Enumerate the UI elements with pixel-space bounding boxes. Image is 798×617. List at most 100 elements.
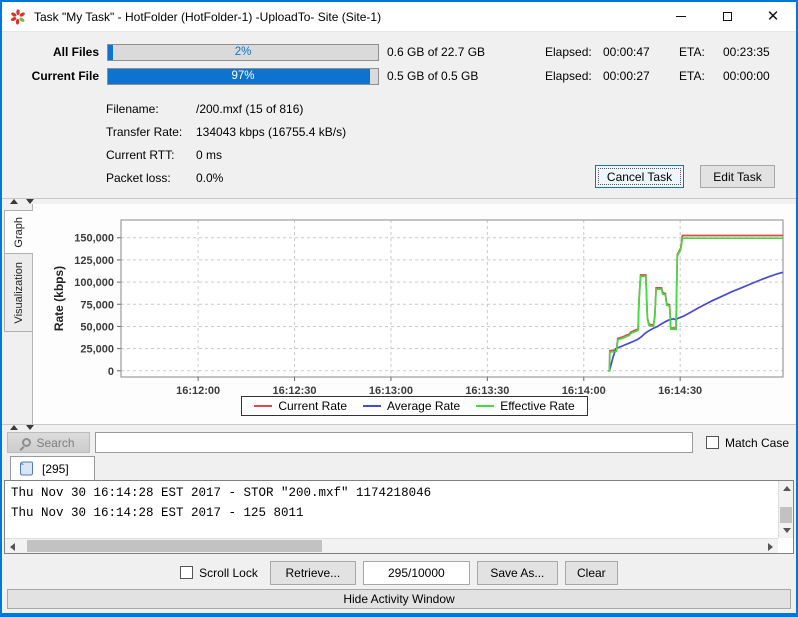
legend-average-rate: Average Rate (363, 399, 460, 413)
all-files-elapsed: 00:00:47 (603, 45, 679, 59)
log-scroll-icon (20, 461, 33, 476)
close-icon: ✕ (767, 9, 780, 24)
save-as-button[interactable]: Save As... (477, 561, 558, 585)
current-file-elapsed: 00:00:27 (603, 69, 679, 83)
transfer-rate-value: 134043 kbps (16755.4 kB/s) (196, 125, 346, 139)
svg-text:16:14:00: 16:14:00 (562, 385, 606, 394)
log-vertical-scrollbar[interactable] (778, 481, 793, 538)
tab-visualization[interactable]: Visualization (4, 254, 32, 332)
legend-effective-rate: Effective Rate (476, 399, 574, 413)
packet-loss-value: 0.0% (196, 171, 223, 185)
svg-text:75,000: 75,000 (80, 299, 114, 311)
scroll-left-icon[interactable] (10, 543, 15, 551)
filename-label: Filename: (106, 102, 196, 116)
tab-graph[interactable]: Graph (4, 210, 33, 254)
horizontal-scroll-thumb[interactable] (27, 540, 322, 552)
match-case-checkbox[interactable] (706, 436, 719, 449)
scroll-lock-checkbox[interactable] (180, 566, 193, 579)
packet-loss-label: Packet loss: (106, 171, 196, 185)
log-line: Thu Nov 30 16:14:28 EST 2017 - STOR "200… (11, 483, 771, 503)
all-files-percent: 2% (108, 46, 378, 58)
log-lines: Thu Nov 30 16:14:28 EST 2017 - STOR "200… (5, 481, 777, 523)
graph-tab-strip: Graph Visualization (2, 204, 32, 424)
all-files-progress-row: All Files 2% 0.6 GB of 22.7 GB Elapsed: … (2, 43, 796, 61)
current-file-size: 0.5 GB of 0.5 GB (387, 69, 545, 83)
all-files-size: 0.6 GB of 22.7 GB (387, 45, 545, 59)
title-bar: Task "My Task" - HotFolder (HotFolder-1)… (2, 2, 796, 32)
eta-label: ETA: (679, 69, 723, 83)
svg-text:125,000: 125,000 (74, 255, 114, 267)
collapse-up-icon[interactable] (10, 425, 18, 430)
all-files-label: All Files (2, 45, 99, 59)
minimize-icon (676, 16, 686, 17)
rate-chart: 0 25,000 50,000 75,000 100,000 125,000 150,000… (33, 208, 795, 394)
svg-text:16:14:30: 16:14:30 (658, 385, 702, 394)
svg-text:50,000: 50,000 (80, 321, 114, 333)
transfer-status-section: All Files 2% 0.6 GB of 22.7 GB Elapsed: … (2, 32, 796, 198)
current-file-eta: 00:00:00 (723, 69, 793, 83)
retrieve-button[interactable]: Retrieve... (270, 561, 356, 585)
log-controls: Scroll Lock Retrieve... 295/10000 Save A… (2, 560, 796, 585)
detail-row: Current RTT: 0 ms (106, 143, 796, 166)
svg-text:16:13:30: 16:13:30 (465, 385, 509, 394)
maximize-icon (723, 12, 732, 21)
graph-panel: Graph Visualization 0 25,000 50,000 75,000 1… (2, 204, 796, 424)
hide-activity-window-button[interactable]: Hide Activity Window (7, 589, 791, 609)
collapse-down-icon[interactable] (26, 425, 34, 430)
window-title: Task "My Task" - HotFolder (HotFolder-1)… (34, 10, 381, 24)
current-file-label: Current File (2, 69, 99, 83)
close-button[interactable]: ✕ (750, 2, 796, 31)
elapsed-label: Elapsed: (545, 45, 603, 59)
log-horizontal-scrollbar[interactable] (5, 538, 778, 553)
svg-text:150,000: 150,000 (74, 233, 114, 245)
log-line-counter: 295/10000 (363, 561, 470, 585)
maximize-button[interactable] (704, 2, 750, 31)
search-icon (22, 438, 31, 447)
current-file-percent: 97% (108, 70, 378, 82)
current-rtt-value: 0 ms (196, 148, 222, 162)
detail-row: Filename: /200.mxf (15 of 816) (106, 97, 796, 120)
all-files-eta: 00:23:35 (723, 45, 793, 59)
match-case-option: Match Case (706, 436, 791, 450)
elapsed-label: Elapsed: (545, 69, 603, 83)
current-rate-line-icon (254, 405, 272, 407)
scroll-down-icon[interactable] (783, 528, 791, 533)
chart-legend: Current Rate Average Rate Effective Rate (241, 396, 587, 416)
search-button[interactable]: Search (7, 432, 90, 453)
log-tab-row: [295] (2, 455, 796, 480)
current-file-progress-bar: 97% (107, 68, 379, 85)
eta-label: ETA: (679, 45, 723, 59)
svg-text:100,000: 100,000 (74, 277, 114, 289)
log-line: Thu Nov 30 16:14:28 EST 2017 - 125 8011 (11, 503, 771, 523)
scroll-lock-option: Scroll Lock (180, 566, 258, 580)
effective-rate-line-icon (476, 405, 494, 407)
svg-text:Rate (kbps): Rate (kbps) (52, 266, 66, 331)
log-tab[interactable]: [295] (10, 456, 95, 480)
log-output[interactable]: Thu Nov 30 16:14:28 EST 2017 - STOR "200… (4, 480, 794, 554)
svg-text:0: 0 (108, 366, 114, 378)
vertical-scroll-thumb[interactable] (780, 507, 792, 523)
scroll-up-icon[interactable] (783, 486, 791, 491)
average-rate-line-icon (363, 405, 381, 407)
transfer-rate-label: Transfer Rate: (106, 125, 196, 139)
current-file-progress-row: Current File 97% 0.5 GB of 0.5 GB Elapse… (2, 67, 796, 85)
search-input[interactable] (95, 432, 693, 453)
svg-text:16:12:30: 16:12:30 (273, 385, 317, 394)
filename-value: /200.mxf (15 of 816) (196, 102, 303, 116)
detail-row: Transfer Rate: 134043 kbps (16755.4 kB/s… (106, 120, 796, 143)
all-files-progress-bar: 2% (107, 44, 379, 61)
minimize-button[interactable] (658, 2, 704, 31)
svg-text:25,000: 25,000 (80, 344, 114, 356)
rate-chart-area: 0 25,000 50,000 75,000 100,000 125,000 150,000… (32, 204, 796, 424)
svg-text:16:12:00: 16:12:00 (176, 385, 220, 394)
scroll-right-icon[interactable] (768, 543, 773, 551)
log-tab-label: [295] (42, 462, 69, 476)
clear-button[interactable]: Clear (565, 561, 618, 585)
edit-task-button[interactable]: Edit Task (700, 165, 775, 188)
svg-text:16:13:00: 16:13:00 (369, 385, 413, 394)
app-icon (10, 9, 26, 25)
activity-window: Task "My Task" - HotFolder (HotFolder-1)… (0, 0, 798, 617)
current-rtt-label: Current RTT: (106, 148, 196, 162)
search-row: Search Match Case (2, 430, 796, 455)
cancel-task-button[interactable]: Cancel Task (595, 165, 684, 188)
